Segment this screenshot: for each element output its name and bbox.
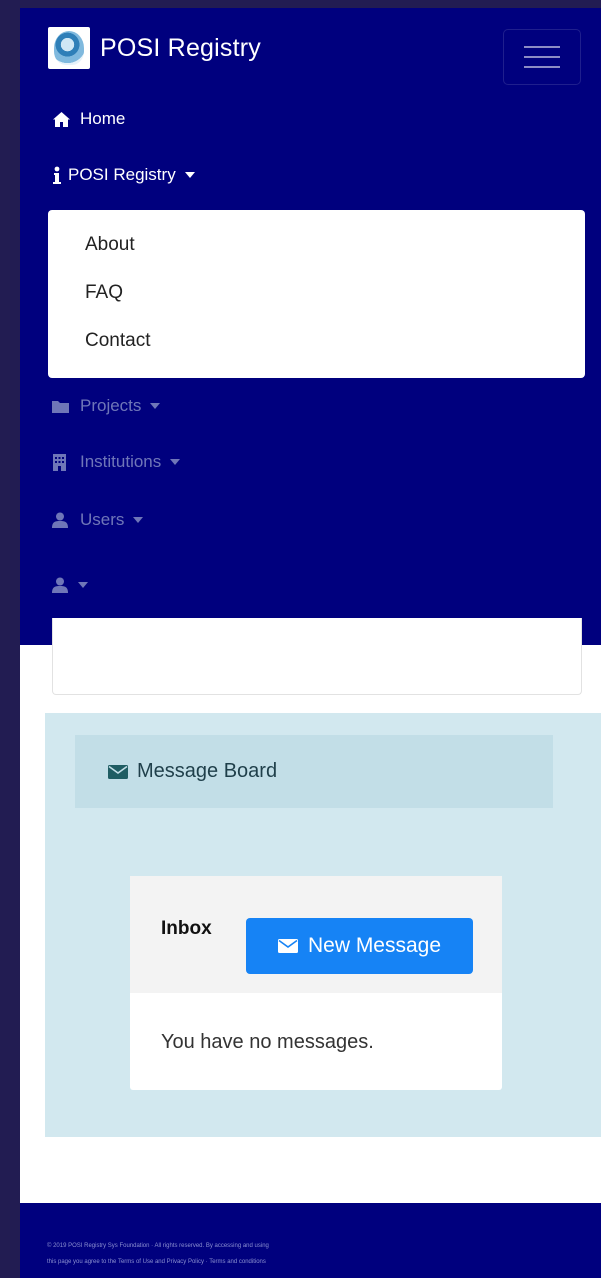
empty-inbox-text: You have no messages. bbox=[161, 1031, 374, 1053]
logo bbox=[48, 27, 90, 69]
navbar: POSI Registry Home POSI Registry About F… bbox=[20, 8, 601, 645]
footer-line: © 2019 POSI Registry Sys Foundation · Al… bbox=[47, 1243, 269, 1249]
inbox-label: Inbox bbox=[161, 918, 212, 939]
nav-account[interactable] bbox=[52, 577, 88, 593]
user-icon bbox=[52, 577, 69, 593]
dropdown-item-contact[interactable]: Contact bbox=[85, 330, 150, 352]
envelope-icon bbox=[277, 939, 298, 953]
nav-home-label: Home bbox=[80, 109, 126, 128]
institution-icon bbox=[52, 453, 74, 471]
dropdown-item-about[interactable]: About bbox=[85, 234, 135, 256]
chevron-down-icon bbox=[170, 459, 181, 465]
message-board: Message Board Inbox New Message You have… bbox=[45, 713, 601, 1137]
nav-users[interactable]: Users bbox=[52, 510, 144, 530]
new-message-button[interactable]: New Message bbox=[246, 918, 473, 974]
nav-projects[interactable]: Projects bbox=[52, 396, 161, 416]
posi-registry-dropdown: About FAQ Contact bbox=[48, 210, 585, 378]
nav-posi-registry[interactable]: POSI Registry bbox=[52, 165, 195, 185]
chevron-down-icon bbox=[150, 403, 161, 409]
nav-institutions-label: Institutions bbox=[80, 452, 162, 471]
chevron-down-icon bbox=[133, 517, 144, 523]
home-icon bbox=[52, 111, 74, 128]
inbox-card: Inbox New Message You have no messages. bbox=[130, 876, 502, 1090]
folder-icon bbox=[52, 400, 74, 413]
chevron-down-icon bbox=[184, 172, 195, 178]
message-board-header: Message Board bbox=[75, 735, 553, 808]
footer: © 2019 POSI Registry Sys Foundation · Al… bbox=[20, 1203, 601, 1278]
inbox-header: Inbox New Message bbox=[130, 876, 502, 993]
hamburger-icon bbox=[524, 66, 560, 68]
dropdown-item-faq[interactable]: FAQ bbox=[85, 282, 123, 304]
brand[interactable]: POSI Registry bbox=[48, 27, 261, 69]
footer-line: this page you agree to the Terms of Use … bbox=[47, 1259, 266, 1265]
hamburger-icon bbox=[524, 56, 560, 58]
envelope-icon bbox=[108, 764, 128, 779]
page-frame: POSI Registry Home POSI Registry About F… bbox=[20, 8, 601, 1278]
nav-projects-label: Projects bbox=[80, 396, 142, 415]
hamburger-icon bbox=[524, 46, 560, 48]
nav-posi-registry-label: POSI Registry bbox=[68, 165, 176, 184]
nav-institutions[interactable]: Institutions bbox=[52, 452, 181, 472]
chevron-down-icon bbox=[78, 582, 88, 588]
menu-toggle-button[interactable] bbox=[503, 29, 581, 85]
nav-users-label: Users bbox=[80, 510, 125, 529]
message-board-title: Message Board bbox=[137, 760, 278, 782]
user-icon bbox=[52, 512, 74, 528]
brand-title: POSI Registry bbox=[100, 33, 261, 62]
new-message-label: New Message bbox=[307, 934, 442, 957]
info-icon bbox=[52, 166, 64, 185]
nav-home[interactable]: Home bbox=[52, 109, 125, 129]
content-card bbox=[52, 618, 582, 695]
